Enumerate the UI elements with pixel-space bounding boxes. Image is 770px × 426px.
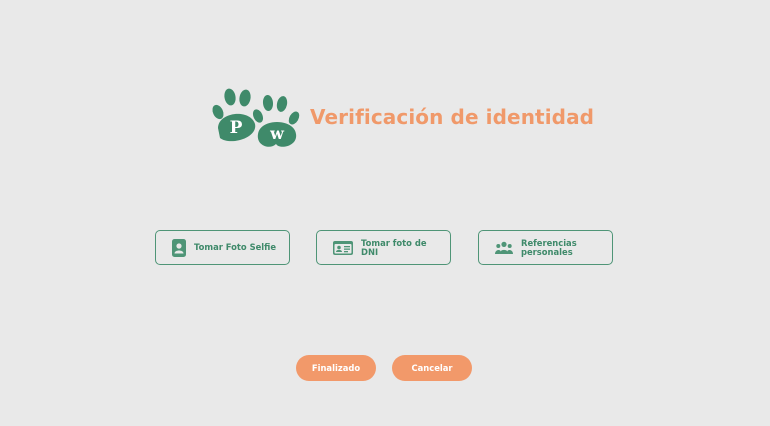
- take-selfie-label: Tomar Foto Selfie: [194, 242, 277, 253]
- finish-button[interactable]: Finalizado: [296, 355, 376, 381]
- personal-references-button[interactable]: Referencias personales: [478, 230, 613, 265]
- cancel-button[interactable]: Cancelar: [392, 355, 472, 381]
- take-selfie-button[interactable]: Tomar Foto Selfie: [155, 230, 290, 265]
- id-card-icon: [333, 240, 353, 255]
- page-title: Verificación de identidad: [310, 105, 595, 129]
- people-icon: [495, 241, 513, 255]
- svg-text:w: w: [269, 124, 285, 143]
- svg-text:P: P: [230, 118, 243, 138]
- person-badge-icon: [172, 238, 186, 257]
- personal-references-label: Referencias personales: [521, 237, 577, 257]
- take-dni-photo-button[interactable]: Tomar foto de DNI: [316, 230, 451, 265]
- page-header: P w Verificación de identidad: [210, 86, 594, 148]
- paw-logo: P w: [212, 88, 300, 147]
- take-dni-photo-label: Tomar foto de DNI: [361, 237, 427, 257]
